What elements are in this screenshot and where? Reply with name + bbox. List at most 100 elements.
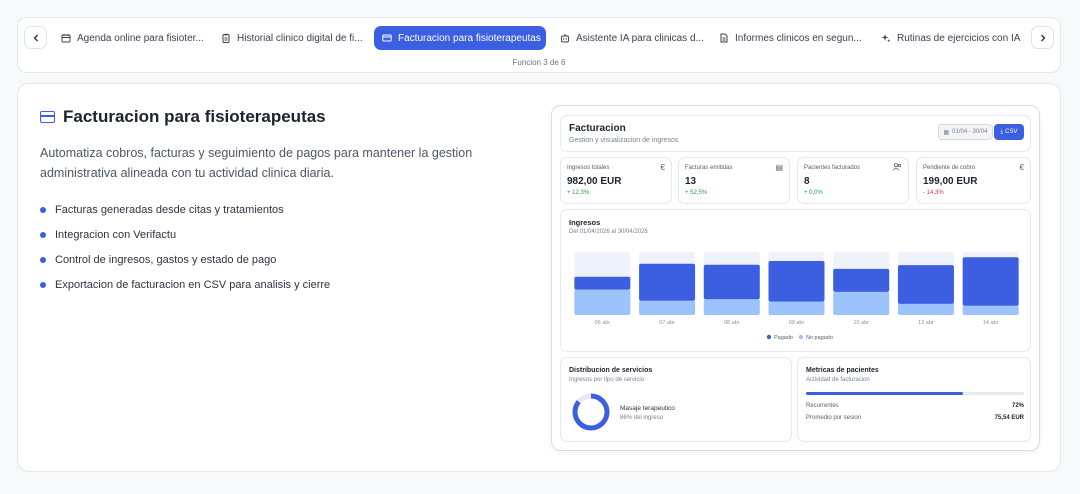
bar-unpaid [574, 289, 631, 315]
calendar-icon [61, 33, 71, 43]
tab-facturacion[interactable]: Facturacion para fisioterapeutas [374, 26, 546, 50]
bar-paid [768, 261, 825, 302]
tab-asistente-ia[interactable]: Asistente IA para clinicas d... [552, 26, 712, 50]
revenue-chart-card: Ingresos Del 01/04/2026 al 30/04/2026 06… [560, 209, 1031, 352]
metrics-subtitle: Actividad de facturacion [806, 377, 870, 383]
chevron-right-icon [1040, 34, 1045, 41]
bar-paid [639, 263, 696, 301]
service-distribution-card: Distribucion de servicios Ingresos por t… [560, 357, 792, 442]
feature-tabs: Agenda online para fisioter... Historial… [17, 17, 1061, 73]
x-tick-label: 13 abr [918, 320, 934, 326]
bar-paid [897, 265, 954, 304]
billing-preview: Facturacion Gestion y visualizacion de i… [551, 105, 1040, 451]
distribution-item-pct: 86% del ingreso [620, 415, 664, 421]
tab-label: Rutinas de ejercicios con IA [897, 32, 1021, 44]
stat-label: Pacientes facturados [804, 165, 861, 171]
sparkles-icon [881, 33, 891, 43]
bullet-dot [40, 281, 46, 288]
bullet-dot [40, 206, 46, 213]
stat-value: 982,00 EUR [567, 176, 622, 187]
next-tab-button[interactable] [1031, 26, 1054, 49]
clipboard-icon [221, 33, 231, 43]
bullet-dot [40, 256, 46, 263]
stat-label: Facturas emitidas [685, 165, 733, 171]
tab-historial[interactable]: Historial clinico digital de fi... [213, 26, 371, 50]
x-tick-label: 10 abr [853, 320, 869, 326]
date-range-button[interactable]: ▦ 01/04 - 30/04 [938, 124, 993, 140]
bullet-item: Facturas generadas desde citas y tratami… [40, 197, 330, 222]
x-tick-label: 09 abr [789, 320, 805, 326]
document-icon [719, 33, 729, 43]
stat-card-ingresos: Ingresos totales € 982,00 EUR + 12,3% [560, 157, 672, 204]
tab-label: Agenda online para fisioter... [77, 32, 204, 44]
tab-agenda[interactable]: Agenda online para fisioter... [53, 26, 212, 50]
revenue-chart: 06 abr 07 abr 08 abr 09 abr 10 abr 13 abr 14 a… [574, 252, 1019, 341]
distribution-subtitle: Ingresos por tipo de servicio [569, 377, 645, 383]
stat-card-pendiente: Pendiente de cobro € 199,00 EUR - 14,3% [916, 157, 1031, 204]
euro-icon: € [1019, 163, 1024, 172]
x-tick-label: 07 abr [659, 320, 675, 326]
distribution-item-name: Masaje terapeutico [620, 405, 675, 412]
legend-swatch-unpaid [798, 334, 804, 340]
credit-card-icon [40, 111, 55, 123]
metrics-row: Promedio por sesion 75,54 EUR [806, 415, 1024, 421]
metrics-row-value: 75,54 EUR [994, 415, 1024, 421]
feature-panel: Facturacion para fisioterapeutas Automat… [17, 83, 1061, 472]
feature-heading: Facturacion para fisioterapeutas [40, 107, 326, 127]
stat-value: 13 [685, 176, 697, 187]
csv-export-button[interactable]: ⤓ CSV [994, 124, 1024, 140]
tab-informes[interactable]: Informes clinicos en segun... [711, 26, 870, 50]
bullet-item: Integracion con Verifactu [40, 222, 330, 247]
bar-paid [962, 257, 1019, 306]
bar-unpaid [833, 291, 890, 315]
bullet-text: Exportacion de facturacion en CSV para a… [55, 278, 331, 291]
bar-unpaid [768, 301, 825, 315]
metrics-row-value: 72% [1011, 403, 1024, 409]
stat-card-pacientes: Pacientes facturados 8 + 0,0% [797, 157, 909, 204]
bullet-text: Control de ingresos, gastos y estado de … [55, 253, 277, 266]
download-icon: ⤓ [1000, 128, 1004, 135]
stat-value: 199,00 EUR [923, 176, 978, 187]
x-tick-label: 06 abr [595, 320, 611, 326]
metrics-row-label: Promedio por sesion [806, 415, 862, 421]
metrics-title: Metricas de pacientes [806, 367, 879, 374]
bar-unpaid [897, 303, 954, 315]
metrics-progress-fill [806, 392, 963, 395]
stat-label: Ingresos totales [567, 165, 610, 171]
feature-bullets: Facturas generadas desde citas y tratami… [40, 197, 330, 297]
date-range-label: 01/04 - 30/04 [952, 129, 988, 135]
billing-subtitle: Gestion y visualizacion de ingresos [569, 137, 679, 144]
prev-tab-button[interactable] [24, 26, 47, 49]
bar-paid [574, 276, 631, 290]
credit-card-icon [382, 33, 392, 43]
bullet-text: Integracion con Verifactu [55, 228, 177, 241]
bar-paid [833, 268, 890, 292]
bullet-item: Control de ingresos, gastos y estado de … [40, 247, 330, 272]
bar-paid [703, 264, 760, 300]
bar-unpaid [639, 300, 696, 315]
stat-label: Pendiente de cobro [923, 165, 976, 171]
metrics-progress-bar [806, 392, 1024, 395]
stat-change: + 12,3% [567, 190, 590, 196]
chevron-left-icon [33, 34, 38, 41]
tab-label: Historial clinico digital de fi... [237, 32, 363, 44]
tab-label: Asistente IA para clinicas d... [576, 32, 704, 44]
distribution-title: Distribucion de servicios [569, 367, 653, 374]
bar-unpaid [703, 299, 760, 315]
tab-counter: Funcion 3 de 6 [512, 58, 566, 67]
x-tick-label: 14 abr [983, 320, 999, 326]
donut-chart [572, 393, 610, 431]
stat-change: - 14,3% [923, 190, 944, 196]
csv-label: CSV [1005, 129, 1018, 135]
tab-rutinas[interactable]: Rutinas de ejercicios con IA [873, 26, 1028, 50]
tab-label: Facturacion para fisioterapeutas [398, 32, 541, 44]
legend-label: No pagado [806, 335, 833, 341]
patient-metrics-card: Metricas de pacientes Actividad de factu… [797, 357, 1031, 442]
legend-swatch-paid [766, 334, 772, 340]
stat-change: + 52,5% [685, 190, 708, 196]
stat-card-facturas: Facturas emitidas ▤ 13 + 52,5% [678, 157, 790, 204]
stat-change: + 0,0% [804, 190, 823, 196]
bullet-item: Exportacion de facturacion en CSV para a… [40, 272, 330, 297]
calendar-icon: ▦ [943, 129, 950, 136]
bar-unpaid [962, 305, 1019, 315]
